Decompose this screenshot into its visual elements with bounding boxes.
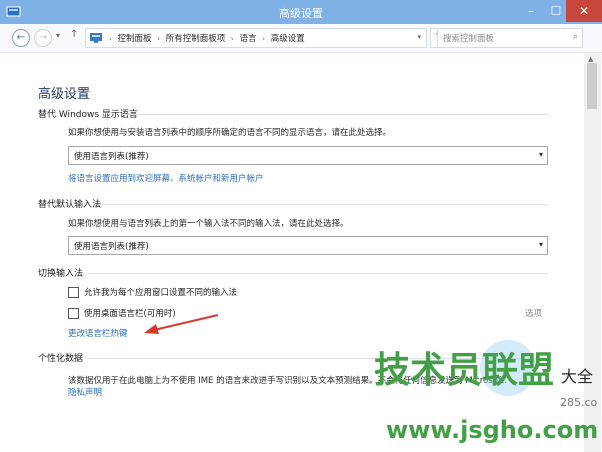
display-language-description: 如果你想使用与安装语言列表中的顺序所确定的语言不同的显示语言，请在此处选择。 [68,128,392,138]
breadcrumb-item[interactable]: 语言 [239,34,256,44]
search-input[interactable]: 搜索控制面板 ⌕ [437,28,583,48]
section-divider [88,273,548,274]
input-method-value: 使用语言列表(推荐) [74,242,149,252]
personalization-heading: 个性化数据 [38,354,84,364]
chevron-down-icon[interactable]: ▾ [417,33,421,41]
annotation-arrow-icon [144,314,219,334]
svg-text:285.com: 285.com [560,396,598,409]
page-title: 高级设置 [38,87,91,102]
window-title: 高级设置 [279,7,323,20]
maximize-button[interactable]: ☐ [545,0,567,22]
chevron-right-icon: › [230,35,234,43]
section-divider [122,114,548,115]
recent-locations-button[interactable]: ▾ [56,31,60,40]
chevron-right-icon: › [157,35,161,43]
svg-text:技术员联盟: 技术员联盟 [374,350,554,391]
breadcrumb-item[interactable]: 所有控制面板项 [166,34,226,44]
input-method-select[interactable]: 使用语言列表(推荐) ▾ [68,236,548,255]
breadcrumb-item[interactable]: 控制面板 [118,34,152,44]
watermark-logo: 技术员联盟 大全 285.com www.jsgho.com [374,340,598,444]
breadcrumb: › 控制面板 › 所有控制面板项 › 语言 › 高级设置 [106,32,305,44]
chevron-right-icon: › [109,35,112,43]
input-method-heading: 替代默认输入法 [38,200,102,210]
navigation-bar: ← → ▾ ↑ › 控制面板 › 所有控制面板项 › 语言 › 高级设置 ▾ ↻… [0,24,602,53]
svg-text:大全: 大全 [561,367,593,386]
control-panel-icon [90,33,102,43]
display-language-value: 使用语言列表(推荐) [74,152,149,162]
per-app-input-label: 允许我为每个应用窗口设置不同的输入法 [84,288,238,298]
chevron-down-icon: ▾ [538,150,543,159]
desktop-language-bar-checkbox[interactable] [68,308,79,319]
search-placeholder: 搜索控制面板 [443,34,495,44]
title-bar: 高级设置 – ☐ ✕ [0,0,602,24]
change-language-bar-hotkeys-link[interactable]: 更改语言栏热键 [68,327,128,339]
display-language-select[interactable]: 使用语言列表(推荐) ▾ [68,146,548,165]
address-bar[interactable]: › 控制面板 › 所有控制面板项 › 语言 › 高级设置 ▾ [85,28,427,48]
chevron-right-icon: › [262,35,266,43]
privacy-statement-link[interactable]: 隐私声明 [68,386,102,398]
search-icon[interactable]: ⌕ [573,32,578,42]
minimize-button[interactable]: – [520,0,542,22]
apply-language-settings-link[interactable]: 将语言设置应用到欢迎屏幕、系统帐户和新用户帐户 [68,172,264,184]
chevron-down-icon: ▾ [538,240,543,249]
scrollbar-thumb[interactable] [587,63,597,109]
options-link[interactable]: 选项 [525,307,542,319]
breadcrumb-item[interactable]: 高级设置 [271,34,305,44]
input-method-description: 如果你想使用与语言列表上的第一个输入法不同的输入法，请在此处选择。 [68,219,349,229]
back-button[interactable]: ← [12,29,30,47]
switch-input-heading: 切换输入法 [38,269,84,279]
per-app-input-checkbox[interactable] [68,287,79,298]
svg-text:www.jsgho.com: www.jsgho.com [386,416,598,444]
scroll-up-icon[interactable]: ▲ [588,55,593,63]
close-button[interactable]: ✕ [566,0,602,22]
up-button[interactable]: ↑ [70,29,78,40]
forward-button[interactable]: → [34,29,52,47]
section-divider [100,204,548,205]
